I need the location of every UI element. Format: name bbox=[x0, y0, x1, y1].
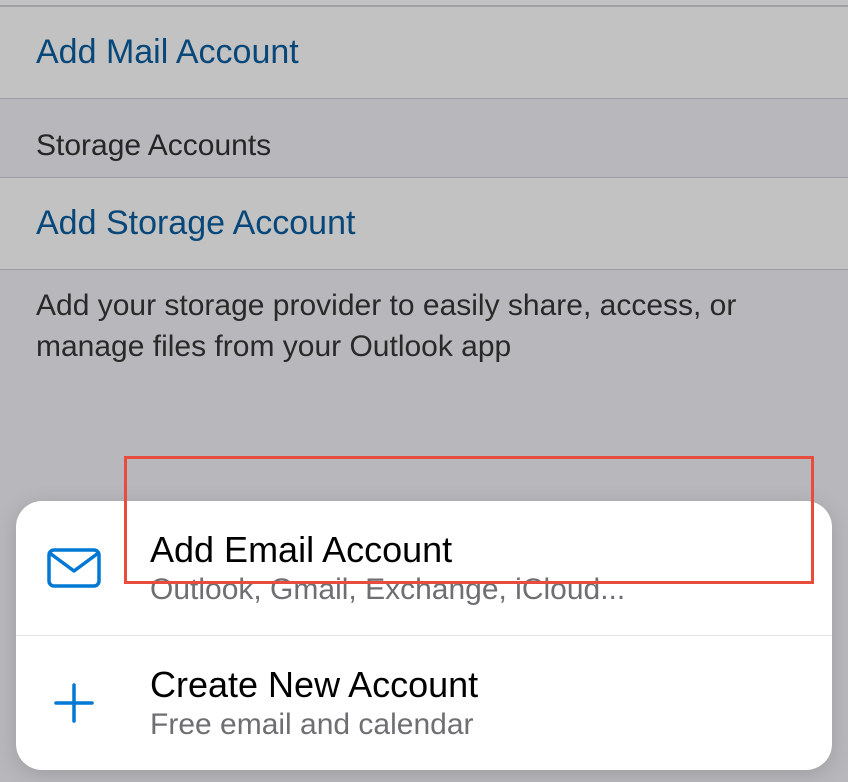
storage-section-header: Storage Accounts bbox=[0, 99, 848, 177]
storage-section-footer: Add your storage provider to easily shar… bbox=[0, 270, 848, 397]
add-email-text-group: Add Email Account Outlook, Gmail, Exchan… bbox=[150, 529, 802, 607]
add-email-subtitle: Outlook, Gmail, Exchange, iCloud... bbox=[150, 573, 802, 607]
add-mail-account-label: Add Mail Account bbox=[36, 33, 299, 71]
mail-accounts-section: Add Mail Account bbox=[0, 6, 848, 99]
add-storage-account-label: Add Storage Account bbox=[36, 204, 355, 242]
create-new-text-group: Create New Account Free email and calend… bbox=[150, 664, 802, 742]
add-email-title: Add Email Account bbox=[150, 529, 802, 571]
storage-accounts-section: Add Storage Account bbox=[0, 177, 848, 270]
create-new-title: Create New Account bbox=[150, 664, 802, 706]
add-account-action-sheet: Add Email Account Outlook, Gmail, Exchan… bbox=[16, 501, 832, 770]
add-email-account-option[interactable]: Add Email Account Outlook, Gmail, Exchan… bbox=[16, 501, 832, 635]
add-mail-account-row[interactable]: Add Mail Account bbox=[0, 7, 848, 98]
envelope-icon bbox=[38, 548, 110, 588]
plus-icon bbox=[38, 681, 110, 725]
add-storage-account-row[interactable]: Add Storage Account bbox=[0, 178, 848, 269]
create-new-account-option[interactable]: Create New Account Free email and calend… bbox=[16, 635, 832, 770]
create-new-subtitle: Free email and calendar bbox=[150, 708, 802, 742]
